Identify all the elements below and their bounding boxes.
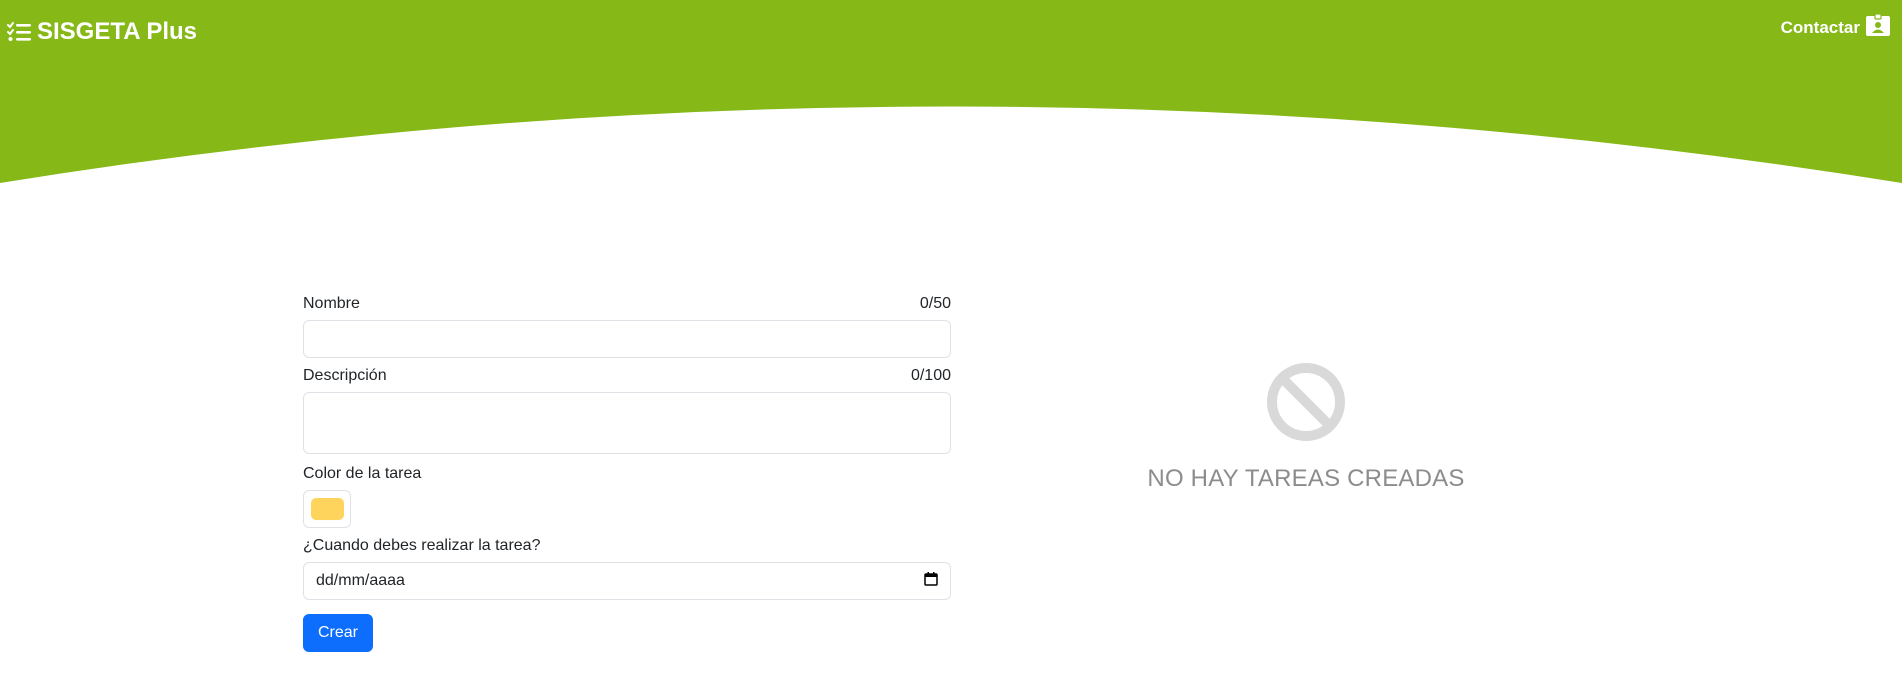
contact-label: Contactar bbox=[1780, 17, 1860, 37]
color-label: Color de la tarea bbox=[303, 465, 422, 482]
page: SISGETA Plus Contactar Nombre 0/50 Descr… bbox=[0, 0, 1902, 677]
name-label-row: Nombre 0/50 bbox=[303, 294, 951, 314]
date-placeholder: dd/mm/aaaa bbox=[316, 572, 405, 589]
contact-card-icon bbox=[1866, 13, 1890, 41]
color-picker[interactable] bbox=[303, 490, 351, 528]
date-input[interactable]: dd/mm/aaaa bbox=[303, 562, 951, 600]
date-label: ¿Cuando debes realizar la tarea? bbox=[303, 537, 541, 554]
description-label-row: Descripción 0/100 bbox=[303, 366, 951, 386]
description-input[interactable] bbox=[303, 392, 951, 454]
description-label: Descripción bbox=[303, 367, 387, 384]
task-form: Nombre 0/50 Descripción 0/100 Color de l… bbox=[303, 294, 951, 652]
prohibited-icon bbox=[1266, 362, 1346, 447]
name-input[interactable] bbox=[303, 320, 951, 358]
color-swatch bbox=[310, 498, 344, 520]
name-label: Nombre bbox=[303, 295, 360, 312]
header-background bbox=[0, 0, 1902, 183]
brand-name: SISGETA Plus bbox=[37, 18, 198, 45]
checklist-icon bbox=[7, 22, 31, 42]
calendar-icon[interactable] bbox=[924, 571, 938, 591]
empty-state: NO HAY TAREAS CREADAS bbox=[1100, 362, 1512, 493]
name-counter: 0/50 bbox=[919, 295, 951, 312]
create-button[interactable]: Crear bbox=[303, 614, 374, 652]
empty-state-message: NO HAY TAREAS CREADAS bbox=[1147, 465, 1465, 492]
brand-link[interactable]: SISGETA Plus bbox=[7, 18, 197, 46]
description-counter: 0/100 bbox=[910, 367, 951, 384]
contact-link[interactable]: Contactar bbox=[1780, 13, 1890, 41]
